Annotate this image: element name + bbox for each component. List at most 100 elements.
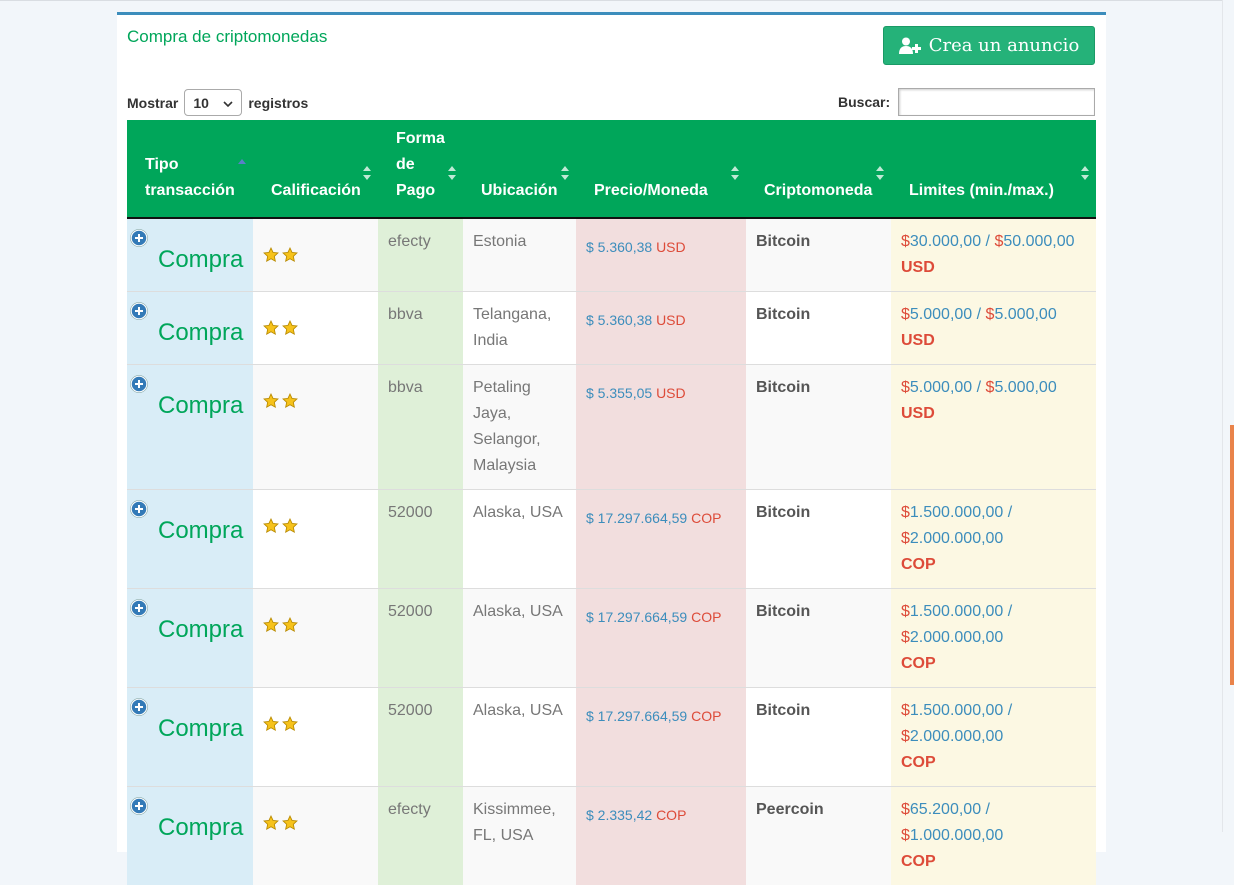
location-line: Telangana, — [473, 302, 566, 328]
limit-min: 65.200,00 — [910, 801, 981, 818]
cell-cryptocurrency: Bitcoin — [746, 365, 891, 490]
cell-tipo: Compra — [127, 589, 253, 688]
column-header-label: Tipotransacción — [127, 152, 253, 204]
limit-line: $1.500.000,00 / — [901, 500, 1086, 526]
plus-circle-icon[interactable] — [130, 302, 148, 320]
price-amount: $ 17.297.664,59 — [586, 609, 687, 625]
sort-icon[interactable] — [448, 163, 456, 177]
limit-line: $65.200,00 / — [901, 797, 1086, 823]
cell-cryptocurrency: Bitcoin — [746, 688, 891, 787]
top-border — [0, 0, 1234, 1]
star-icon — [282, 246, 298, 272]
rating-stars — [263, 698, 368, 741]
transaction-type: Compra — [158, 393, 243, 419]
sort-icon[interactable] — [876, 163, 884, 177]
price-text: $ 17.297.664,59 COP — [586, 599, 736, 630]
cell-cryptocurrency: Bitcoin — [746, 589, 891, 688]
column-header[interactable]: Limites (min./max.) — [891, 120, 1096, 218]
star-icon — [263, 319, 279, 345]
search-input[interactable] — [898, 88, 1095, 116]
limit-max: 5.000,00 — [994, 379, 1056, 396]
sort-icon[interactable] — [238, 156, 246, 170]
scrollbar-thumb[interactable] — [1230, 425, 1234, 685]
dollar-sign: $ — [901, 629, 910, 646]
sort-icon[interactable] — [731, 163, 739, 177]
sort-icon[interactable] — [363, 163, 371, 177]
table-row: Compra52000Alaska, USA$ 17.297.664,59 CO… — [127, 688, 1096, 787]
price-currency: COP — [656, 807, 686, 823]
dollar-sign: $ — [901, 702, 910, 719]
sort-icon[interactable] — [1081, 163, 1089, 177]
column-header[interactable]: FormadePago — [378, 120, 463, 218]
location-line: Estonia — [473, 229, 566, 255]
limit-line: COP — [901, 552, 1086, 578]
plus-circle-icon[interactable] — [130, 375, 148, 393]
limit-separator: / — [1003, 603, 1012, 620]
column-header[interactable]: Ubicación — [463, 120, 576, 218]
plus-circle-icon[interactable] — [130, 698, 148, 716]
user-plus-icon — [899, 37, 921, 54]
column-header[interactable]: Precio/Moneda — [576, 120, 746, 218]
star-icon — [263, 616, 279, 642]
page-length-select[interactable]: 10 — [184, 89, 242, 116]
limit-line: $5.000,00 / $5.000,00 — [901, 302, 1086, 328]
cell-payment-method: 52000 — [378, 688, 463, 787]
star-icon — [282, 715, 298, 741]
price-amount: $ 5.355,05 — [586, 385, 652, 401]
limit-currency: USD — [901, 405, 935, 422]
location-line: Alaska, USA — [473, 599, 566, 625]
dollar-sign: $ — [901, 306, 910, 323]
limit-currency: USD — [901, 332, 935, 349]
limit-line: $2.000.000,00 — [901, 625, 1086, 651]
transaction-type: Compra — [158, 716, 243, 742]
cell-location: PetalingJaya,Selangor,Malaysia — [463, 365, 576, 490]
column-header-label: Precio/Moneda — [576, 178, 746, 204]
cell-location: Alaska, USA — [463, 688, 576, 787]
cell-location: Kissimmee,FL, USA — [463, 787, 576, 885]
column-header[interactable]: Tipotransacción — [127, 120, 253, 218]
cell-payment-method: bbva — [378, 365, 463, 490]
cell-cryptocurrency: Bitcoin — [746, 490, 891, 589]
limit-line: $1.000.000,00 — [901, 823, 1086, 849]
cell-price: $ 2.335,42 COP — [576, 787, 746, 885]
table-row: CompraefectyKissimmee,FL, USA$ 2.335,42 … — [127, 787, 1096, 885]
plus-circle-icon[interactable] — [130, 797, 148, 815]
scrollbar-track[interactable] — [1222, 0, 1234, 832]
plus-circle-icon[interactable] — [130, 229, 148, 247]
price-text: $ 17.297.664,59 COP — [586, 500, 736, 531]
limit-currency: USD — [901, 259, 935, 276]
column-header[interactable]: Calificación — [253, 120, 378, 218]
column-header-line: Limites (min./max.) — [909, 178, 1096, 204]
cell-payment-method: efecty — [378, 218, 463, 292]
cell-price: $ 17.297.664,59 COP — [576, 490, 746, 589]
cell-price: $ 5.360,38 USD — [576, 218, 746, 292]
create-ad-label: Crea un anuncio — [929, 35, 1080, 56]
cell-limits: $1.500.000,00 / $2.000.000,00COP — [891, 589, 1096, 688]
limit-separator: / — [1003, 504, 1012, 521]
sort-icon[interactable] — [561, 163, 569, 177]
star-icon — [282, 319, 298, 345]
cell-price: $ 17.297.664,59 COP — [576, 589, 746, 688]
limit-separator: / — [981, 801, 990, 818]
cell-limits: $65.200,00 / $1.000.000,00COP — [891, 787, 1096, 885]
price-text: $ 5.355,05 USD — [586, 375, 736, 406]
price-currency: COP — [691, 609, 721, 625]
location-line: Selangor, — [473, 427, 566, 453]
cell-limits: $5.000,00 / $5.000,00 USD — [891, 292, 1096, 365]
plus-circle-icon[interactable] — [130, 599, 148, 617]
location-line: Alaska, USA — [473, 500, 566, 526]
limit-separator: / — [1003, 702, 1012, 719]
price-currency: USD — [656, 312, 686, 328]
location-line: India — [473, 328, 566, 354]
length-suffix: registros — [248, 95, 308, 111]
column-header-line: transacción — [145, 178, 253, 204]
price-amount: $ 17.297.664,59 — [586, 510, 687, 526]
limit-max: 2.000.000,00 — [910, 728, 1003, 745]
cell-tipo: Compra — [127, 292, 253, 365]
cell-location: Estonia — [463, 218, 576, 292]
cell-cryptocurrency: Bitcoin — [746, 218, 891, 292]
price-amount: $ 5.360,38 — [586, 239, 652, 255]
plus-circle-icon[interactable] — [130, 500, 148, 518]
column-header[interactable]: Criptomoneda — [746, 120, 891, 218]
create-ad-button[interactable]: Crea un anuncio — [883, 26, 1095, 65]
